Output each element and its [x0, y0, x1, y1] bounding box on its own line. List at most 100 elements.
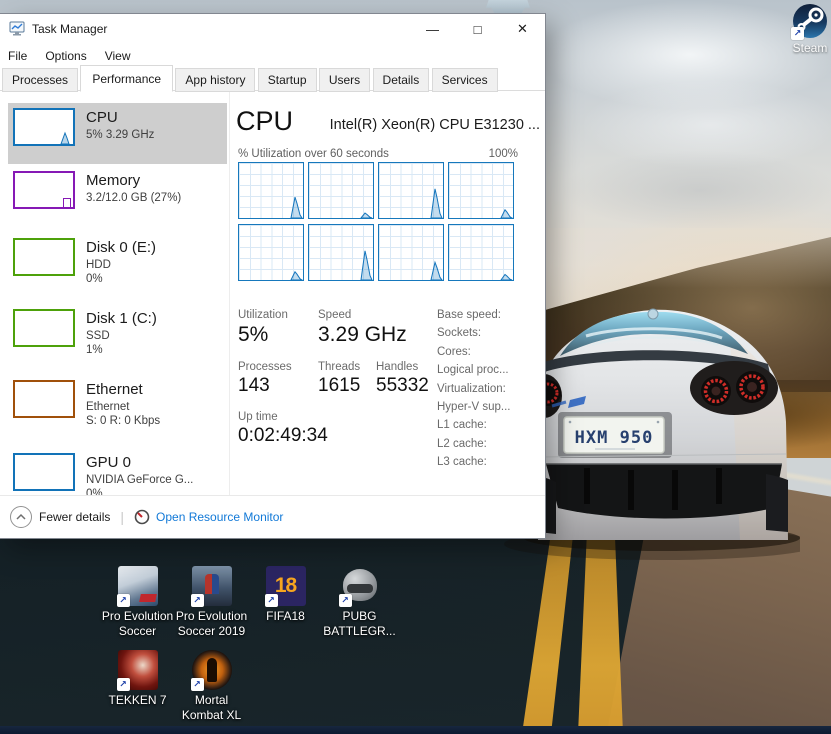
sidebar-item-name: Disk 1 (C:) [86, 309, 157, 329]
sidebar-item-name: Disk 0 (E:) [86, 238, 156, 258]
info-label: L3 cache: [437, 456, 542, 474]
license-plate-text: HXM 950 [575, 428, 654, 448]
desktop-icon-label: TEKKEN 7 [108, 693, 166, 708]
cpu-model-name: Intel(R) Xeon(R) CPU E31230 ... [330, 117, 540, 133]
processes-value: 143 [238, 375, 270, 397]
desktop-icon-pubg[interactable]: ↗ PUBG BATTLEGR... [322, 566, 397, 638]
sidebar-item-memory[interactable]: Memory 3.2/12.0 GB (27%) [0, 166, 227, 231]
desktop-icon-label: Mortal Kombat XL [174, 693, 249, 722]
open-resource-monitor-label: Open Resource Monitor [156, 510, 283, 524]
window-title: Task Manager [32, 22, 107, 36]
desktop-icon-label: FIFA18 [266, 609, 305, 624]
core-graph[interactable] [448, 224, 514, 281]
fewer-details-button[interactable]: Fewer details [39, 510, 110, 524]
sidebar-item-sub: Ethernet [86, 400, 160, 415]
sidebar-item-sub: HDD [86, 258, 156, 273]
title-bar[interactable]: Task Manager — □ ✕ [0, 14, 545, 44]
cpu-thumbnail [13, 108, 75, 146]
sidebar-item-gpu0[interactable]: GPU 0 NVIDIA GeForce G... 0% [0, 448, 227, 496]
disk1-thumbnail [13, 309, 75, 347]
core-graph[interactable] [238, 162, 304, 219]
sidebar-item-ethernet[interactable]: Ethernet Ethernet S: 0 R: 0 Kbps [0, 375, 227, 446]
desktop-icon-pes2019[interactable]: ↗ Pro Evolution Soccer 2019 [174, 566, 249, 638]
sidebar-item-name: Memory [86, 171, 181, 191]
close-button[interactable]: ✕ [500, 14, 545, 44]
page-title: CPU [236, 106, 293, 137]
speed-value: 3.29 GHz [318, 323, 407, 347]
info-label: Sockets: [437, 327, 542, 345]
desktop-icon-label: Pro Evolution Soccer 2019 [174, 609, 249, 638]
shortcut-arrow-icon: ↗ [117, 678, 130, 691]
background-car: HXM 950 [500, 296, 800, 560]
shortcut-arrow-icon: ↗ [191, 594, 204, 607]
utilization-label: Utilization [238, 309, 288, 321]
tab-startup[interactable]: Startup [258, 68, 317, 92]
desktop-icon-steam[interactable]: ↗ Steam [781, 3, 831, 55]
handles-value: 55332 [376, 375, 429, 397]
per-core-utilization-graphs[interactable] [238, 162, 514, 281]
open-resource-monitor-link[interactable]: Open Resource Monitor [134, 509, 283, 525]
chevron-up-icon[interactable] [10, 506, 32, 528]
desktop-icon-pes[interactable]: ↗ Pro Evolution Soccer [100, 566, 175, 638]
resource-monitor-icon [134, 509, 150, 525]
core-graph[interactable] [308, 162, 374, 219]
tab-app-history[interactable]: App history [175, 68, 255, 92]
cpu-info-panel: Base speed: Sockets: Cores: Logical proc… [437, 309, 542, 475]
sidebar-item-disk0[interactable]: Disk 0 (E:) HDD 0% [0, 233, 227, 302]
info-label: L2 cache: [437, 438, 542, 456]
uptime-value: 0:02:49:34 [238, 425, 328, 447]
taskbar[interactable] [0, 726, 831, 734]
sidebar-item-disk1[interactable]: Disk 1 (C:) SSD 1% [0, 304, 227, 373]
processes-label: Processes [238, 361, 292, 373]
speed-label: Speed [318, 309, 351, 321]
core-graph[interactable] [378, 162, 444, 219]
task-manager-window: Task Manager — □ ✕ File Options View Pro… [0, 14, 545, 538]
sidebar-item-sub: 5% 3.29 GHz [86, 128, 154, 143]
task-manager-app-icon [9, 21, 25, 37]
tab-services[interactable]: Services [432, 68, 498, 92]
core-graph[interactable] [378, 224, 444, 281]
shortcut-arrow-icon: ↗ [339, 594, 352, 607]
shortcut-arrow-icon: ↗ [191, 678, 204, 691]
info-label: Logical proc... [437, 364, 542, 382]
disk0-thumbnail [13, 238, 75, 276]
menu-view[interactable]: View [96, 47, 140, 65]
desktop-icon-label: Steam [793, 41, 828, 55]
tab-details[interactable]: Details [373, 68, 430, 92]
menu-bar: File Options View [0, 44, 545, 67]
menu-file[interactable]: File [8, 47, 36, 65]
desktop-icon-tekken7[interactable]: ↗ TEKKEN 7 [100, 650, 175, 708]
tab-processes[interactable]: Processes [2, 68, 78, 92]
info-label: Hyper-V sup... [437, 401, 542, 419]
tab-users[interactable]: Users [319, 68, 370, 92]
core-graph[interactable] [448, 162, 514, 219]
maximize-button[interactable]: □ [455, 14, 500, 44]
info-label: Base speed: [437, 309, 542, 327]
menu-options[interactable]: Options [36, 47, 95, 65]
minimize-button[interactable]: — [410, 14, 455, 44]
sidebar-item-sub: 0% [86, 272, 156, 287]
graph-max-label: 100% [489, 148, 518, 160]
sidebar-item-sub: 1% [86, 343, 157, 358]
ethernet-thumbnail [13, 380, 75, 418]
desktop-icon-mortal-kombat-xl[interactable]: ↗ Mortal Kombat XL [174, 650, 249, 722]
graph-axis-label: % Utilization over 60 seconds [238, 148, 389, 160]
sidebar-item-name: GPU 0 [86, 453, 193, 473]
sidebar-item-name: CPU [86, 108, 154, 128]
sidebar-item-sub: S: 0 R: 0 Kbps [86, 414, 160, 429]
gpu-thumbnail [13, 453, 75, 491]
utilization-value: 5% [238, 323, 268, 347]
handles-label: Handles [376, 361, 418, 373]
shortcut-arrow-icon: ↗ [791, 27, 804, 40]
sidebar-item-cpu[interactable]: CPU 5% 3.29 GHz [8, 103, 227, 164]
sidebar-item-sub: SSD [86, 329, 157, 344]
sidebar-item-name: Ethernet [86, 380, 160, 400]
performance-sidebar: CPU 5% 3.29 GHz Memory 3.2/12.0 GB (27%) [0, 91, 230, 496]
tab-performance[interactable]: Performance [80, 65, 173, 92]
uptime-label: Up time [238, 411, 278, 423]
desktop-icon-fifa18[interactable]: 18 ↗ FIFA18 [248, 566, 323, 624]
core-graph[interactable] [238, 224, 304, 281]
threads-label: Threads [318, 361, 360, 373]
core-graph[interactable] [308, 224, 374, 281]
shortcut-arrow-icon: ↗ [265, 594, 278, 607]
